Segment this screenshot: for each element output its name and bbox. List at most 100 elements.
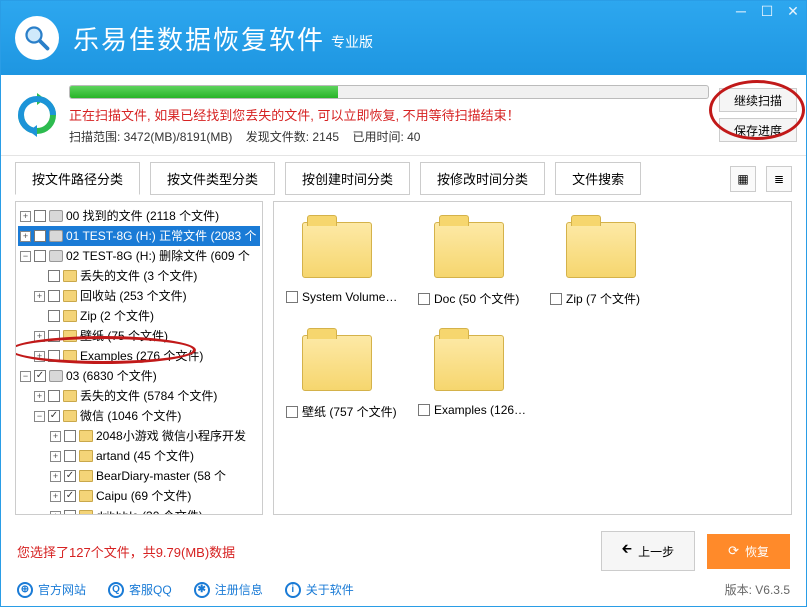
- item-label: Zip (7 个文件): [566, 290, 640, 307]
- item-checkbox[interactable]: [550, 293, 562, 305]
- expand-toggle[interactable]: −: [20, 371, 31, 382]
- back-button[interactable]: 🡰 上一步: [601, 531, 696, 571]
- file-grid[interactable]: System Volume In.. Doc (50 个文件) Zip (7 个…: [273, 201, 792, 515]
- expand-toggle[interactable]: +: [34, 391, 45, 402]
- key-icon: ✱: [194, 582, 210, 598]
- tree-checkbox[interactable]: [48, 350, 60, 362]
- tree-label: BearDiary-master (58 个: [96, 466, 226, 486]
- info-icon: i: [285, 582, 301, 598]
- folder-icon: [302, 335, 372, 391]
- expand-toggle[interactable]: +: [20, 231, 31, 242]
- support-qq-link[interactable]: Q客服QQ: [108, 581, 172, 598]
- grid-item[interactable]: Examples (1268 ..: [418, 327, 530, 420]
- folder-icon: [79, 470, 93, 482]
- scan-status-bar: 正在扫描文件, 如果已经找到您丢失的文件, 可以立即恢复, 不用等待扫描结束！ …: [1, 75, 806, 156]
- expand-toggle[interactable]: +: [34, 291, 45, 302]
- tab-search[interactable]: 文件搜索: [555, 162, 641, 195]
- minimize-button[interactable]: ─: [734, 5, 748, 19]
- item-checkbox[interactable]: [418, 404, 430, 416]
- drive-icon: [49, 250, 63, 262]
- footer: 您选择了127个文件，共9.79(MB)数据 🡰 上一步 ⟳ 恢复 ⊕官方网站 …: [1, 523, 806, 606]
- expand-toggle[interactable]: +: [50, 431, 61, 442]
- expand-toggle[interactable]: +: [20, 211, 31, 222]
- tree-checkbox[interactable]: [48, 290, 60, 302]
- tab-by-path[interactable]: 按文件路径分类: [15, 162, 140, 195]
- tab-by-modified[interactable]: 按修改时间分类: [420, 162, 545, 195]
- folder-icon: [434, 335, 504, 391]
- tree-checkbox[interactable]: [48, 390, 60, 402]
- recover-button[interactable]: ⟳ 恢复: [707, 534, 790, 569]
- tree-label: dribbble (30 个文件): [96, 506, 203, 515]
- version-label: 版本: V6.3.5: [725, 581, 790, 598]
- tab-strip: 按文件路径分类 按文件类型分类 按创建时间分类 按修改时间分类 文件搜索 ▦ ≣: [1, 156, 806, 201]
- tree-checkbox[interactable]: [64, 470, 76, 482]
- tree-checkbox[interactable]: [34, 210, 46, 222]
- expand-toggle[interactable]: −: [34, 411, 45, 422]
- tab-by-created[interactable]: 按创建时间分类: [285, 162, 410, 195]
- folder-icon: [63, 410, 77, 422]
- expand-toggle[interactable]: +: [50, 471, 61, 482]
- expand-toggle[interactable]: +: [50, 451, 61, 462]
- tree-label: 01 TEST-8G (H:) 正常文件 (2083 个: [66, 226, 257, 246]
- tree-checkbox[interactable]: [64, 490, 76, 502]
- register-link[interactable]: ✱注册信息: [194, 581, 263, 598]
- official-site-link[interactable]: ⊕官方网站: [17, 581, 86, 598]
- tree-checkbox[interactable]: [64, 450, 76, 462]
- continue-scan-button[interactable]: 继续扫描: [719, 88, 797, 112]
- refresh-icon: [15, 93, 59, 137]
- tree-label: Examples (276 个文件): [80, 346, 203, 366]
- tree-label: 微信 (1046 个文件): [80, 406, 181, 426]
- maximize-button[interactable]: ☐: [760, 5, 774, 19]
- tree-checkbox[interactable]: [48, 410, 60, 422]
- tab-by-type[interactable]: 按文件类型分类: [150, 162, 275, 195]
- item-label: 壁纸 (757 个文件): [302, 403, 397, 420]
- grid-item[interactable]: Zip (7 个文件): [550, 214, 662, 307]
- expand-toggle[interactable]: +: [50, 491, 61, 502]
- expand-toggle[interactable]: +: [34, 351, 45, 362]
- save-progress-button[interactable]: 保存进度: [719, 118, 797, 142]
- close-button[interactable]: ✕: [786, 5, 800, 19]
- tree-label: artand (45 个文件): [96, 446, 194, 466]
- globe-icon: ⊕: [17, 582, 33, 598]
- tree-checkbox[interactable]: [48, 330, 60, 342]
- view-list-button[interactable]: ≣: [766, 166, 792, 192]
- item-checkbox[interactable]: [418, 293, 430, 305]
- tree-label: Zip (2 个文件): [80, 306, 154, 326]
- tree-label: 丢失的文件 (5784 个文件): [80, 386, 217, 406]
- folder-icon: [79, 490, 93, 502]
- scan-stats: 扫描范围: 3472(MB)/8191(MB) 发现文件数: 2145 已用时间…: [69, 128, 709, 145]
- about-link[interactable]: i关于软件: [285, 581, 354, 598]
- tree-checkbox[interactable]: [64, 430, 76, 442]
- item-checkbox[interactable]: [286, 291, 298, 303]
- folder-icon: [302, 222, 372, 278]
- tree-checkbox[interactable]: [34, 230, 46, 242]
- expand-toggle[interactable]: +: [50, 511, 61, 516]
- expand-toggle[interactable]: −: [20, 251, 31, 262]
- tree-checkbox[interactable]: [64, 510, 76, 515]
- tree-label: 00 找到的文件 (2118 个文件): [66, 206, 219, 226]
- grid-item[interactable]: Doc (50 个文件): [418, 214, 530, 307]
- grid-item[interactable]: System Volume In..: [286, 214, 398, 307]
- folder-icon: [79, 450, 93, 462]
- tree-pane[interactable]: +00 找到的文件 (2118 个文件) +01 TEST-8G (H:) 正常…: [15, 201, 263, 515]
- drive-icon: [49, 230, 63, 242]
- tree-checkbox[interactable]: [34, 370, 46, 382]
- item-checkbox[interactable]: [286, 406, 298, 418]
- tree-checkbox[interactable]: [48, 310, 60, 322]
- view-large-icons-button[interactable]: ▦: [730, 166, 756, 192]
- folder-icon: [79, 430, 93, 442]
- tree-label: Caipu (69 个文件): [96, 486, 191, 506]
- titlebar: 乐易佳数据恢复软件 专业版 ─ ☐ ✕: [1, 1, 806, 75]
- tree-label: 02 TEST-8G (H:) 删除文件 (609 个: [66, 246, 250, 266]
- folder-icon: [63, 350, 77, 362]
- tree-label: 回收站 (253 个文件): [80, 286, 187, 306]
- folder-icon: [63, 290, 77, 302]
- folder-icon: [79, 510, 93, 515]
- expand-toggle[interactable]: +: [34, 331, 45, 342]
- drive-icon: [49, 370, 63, 382]
- app-logo: [15, 16, 59, 60]
- tree-checkbox[interactable]: [34, 250, 46, 262]
- scan-progress-bar: [69, 85, 709, 99]
- grid-item[interactable]: 壁纸 (757 个文件): [286, 327, 398, 420]
- tree-checkbox[interactable]: [48, 270, 60, 282]
